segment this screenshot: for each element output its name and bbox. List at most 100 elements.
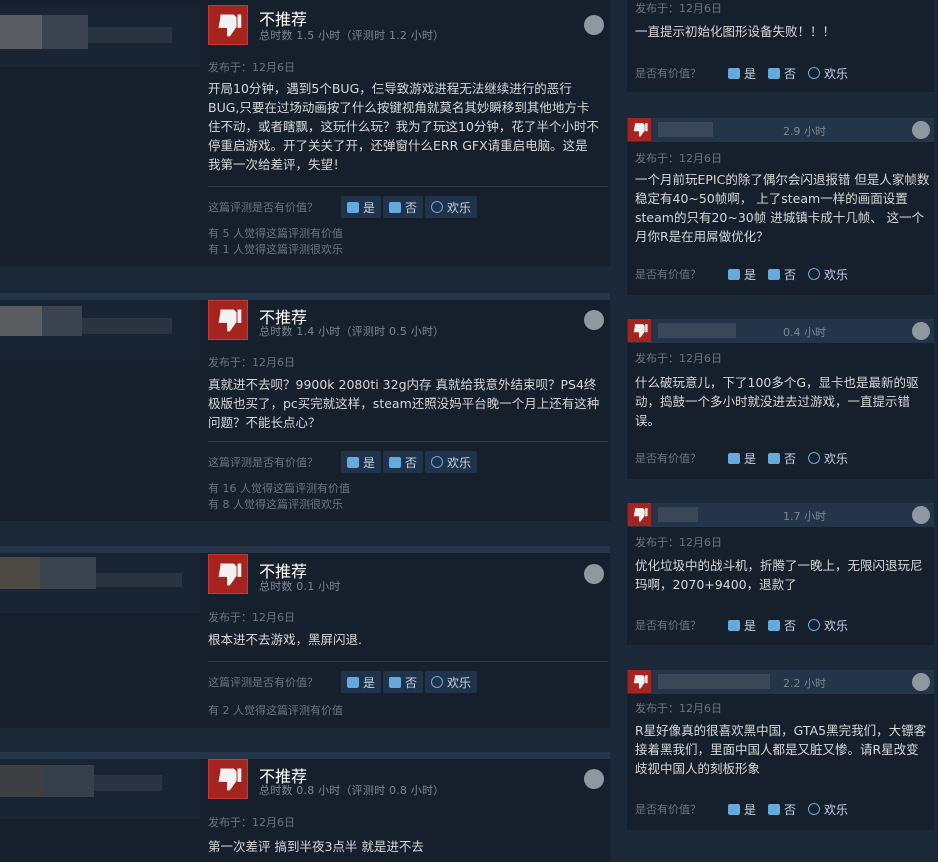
review-header: 1.7 小时	[627, 503, 934, 527]
hours-played: 总时数 1.4 小时（评测时 0.5 小时）	[259, 325, 445, 338]
author-name-blurred[interactable]	[658, 122, 713, 137]
author-name-blurred[interactable]	[658, 507, 698, 522]
review-body: 什么破玩意儿，下了100多个G，显卡也是最新的驱动，捣鼓一个多小时就没进去过游戏…	[635, 375, 919, 428]
helpful-question: 是否有价值？	[635, 268, 701, 281]
vote-yes-button[interactable]: 是	[723, 62, 761, 84]
thumbs-down-icon	[768, 67, 781, 79]
thumbs-down-icon[interactable]	[208, 554, 248, 594]
vote-funny-button[interactable]: 欢乐	[425, 196, 478, 218]
author-avatar-blurred[interactable]	[0, 553, 200, 613]
review-body: 根本进不去游戏，黑屏闪退.	[208, 632, 362, 647]
author-avatar-blurred[interactable]	[0, 759, 200, 819]
steam-icon	[584, 564, 604, 584]
thumbs-down-icon[interactable]	[208, 300, 248, 340]
vote-funny-button[interactable]: 欢乐	[425, 671, 478, 693]
vote-yes-button[interactable]: 是	[341, 451, 382, 473]
smile-icon	[808, 619, 821, 631]
vote-funny-button[interactable]: 欢乐	[803, 798, 853, 820]
thumbs-down-icon[interactable]	[208, 759, 248, 799]
vote-no-button[interactable]: 否	[763, 263, 801, 285]
divider	[208, 186, 608, 187]
steam-icon	[584, 15, 604, 35]
hours-played: 总时数 1.5 小时（评测时 1.2 小时）	[259, 29, 445, 42]
vote-no-button[interactable]: 否	[383, 671, 424, 693]
hours-played: 2.9 小时	[783, 125, 826, 138]
hours-played: 2.2 小时	[783, 677, 826, 690]
author-name-blurred[interactable]	[658, 323, 736, 338]
vote-no-label: 否	[784, 451, 797, 466]
author-avatar-blurred[interactable]	[0, 300, 200, 360]
helpful-question: 这篇评测是否有价值？	[208, 676, 318, 689]
author-name-blurred[interactable]	[658, 674, 770, 689]
vote-no-label: 否	[784, 267, 797, 282]
review-card: 不推荐 总时数 1.4 小时（评测时 0.5 小时） 发布于：12月6日 真就进…	[0, 293, 610, 521]
review-body: 开局10分钟，遇到5个BUG，仨导致游戏进程无法继续进行的恶行BUG,只要在过场…	[208, 81, 599, 172]
thumbs-down-icon[interactable]	[628, 670, 651, 693]
thumbs-down-icon	[389, 676, 402, 688]
vote-no-button[interactable]: 否	[763, 614, 801, 636]
vote-funny-label: 欢乐	[824, 618, 849, 633]
vote-funny-label: 欢乐	[447, 675, 472, 690]
vote-no-button[interactable]: 否	[383, 451, 424, 473]
vote-funny-button[interactable]: 欢乐	[803, 447, 853, 469]
review-card-compact: 2.2 小时 发布于：12月6日 R星好像真的很喜欢黑中国，GTA5黑完我们，大…	[627, 670, 934, 830]
review-body: 优化垃圾中的战斗机，折腾了一晚上，无限闪退玩尼玛啊，2070+9400，退款了	[635, 558, 923, 592]
thumbs-down-icon	[768, 619, 781, 631]
helpful-row: 这篇评测是否有价值？ 是 否 欢乐	[208, 196, 479, 218]
smile-icon	[431, 456, 444, 468]
author-avatar-blurred[interactable]	[0, 7, 200, 67]
vote-counts: 有 5 人觉得这篇评测有价值 有 1 人觉得这篇评测很欢乐	[208, 226, 343, 258]
review-body: 一个月前玩EPIC的除了偶尔会闪退报错 但是人家帧数稳定有40~50帧啊， 上了…	[635, 172, 930, 244]
thumbs-down-icon[interactable]	[628, 118, 651, 141]
vote-yes-button[interactable]: 是	[341, 196, 382, 218]
funny-count: 有 8 人觉得这篇评测很欢乐	[208, 498, 343, 511]
thumbs-up-icon	[728, 619, 740, 631]
review-body: 第一次差评 搞到半夜3点半 就是进不去	[208, 839, 424, 854]
thumbs-down-icon[interactable]	[628, 503, 651, 526]
vote-funny-button[interactable]: 欢乐	[803, 263, 853, 285]
helpful-row: 是否有价值？ 是 否 欢乐	[635, 798, 855, 820]
hours-played: 1.7 小时	[783, 510, 826, 523]
thumbs-up-icon	[347, 676, 359, 688]
vote-funny-button[interactable]: 欢乐	[803, 62, 853, 84]
vote-funny-label: 欢乐	[824, 267, 849, 282]
vote-no-button[interactable]: 否	[383, 196, 424, 218]
vote-no-label: 否	[405, 675, 418, 690]
review-body: 一直提示初始化图形设备失败！！！	[635, 24, 836, 39]
vote-yes-button[interactable]: 是	[341, 671, 382, 693]
thumbs-up-icon	[728, 67, 740, 79]
vote-funny-button[interactable]: 欢乐	[803, 614, 853, 636]
vote-yes-label: 是	[744, 802, 757, 817]
smile-icon	[431, 201, 444, 213]
thumbs-down-icon[interactable]	[208, 5, 248, 45]
vote-no-label: 否	[405, 200, 418, 215]
thumbs-down-icon	[389, 201, 402, 213]
vote-counts: 有 2 人觉得这篇评测有价值	[208, 703, 343, 719]
vote-yes-button[interactable]: 是	[723, 798, 761, 820]
divider	[208, 661, 608, 662]
smile-icon	[808, 67, 821, 79]
thumbs-down-icon[interactable]	[628, 319, 651, 342]
helpful-row: 这篇评测是否有价值？ 是 否 欢乐	[208, 451, 479, 473]
posted-date: 发布于：12月6日	[635, 2, 722, 15]
vote-yes-button[interactable]: 是	[723, 447, 761, 469]
vote-funny-label: 欢乐	[447, 455, 472, 470]
steam-icon	[584, 769, 604, 789]
vote-yes-button[interactable]: 是	[723, 263, 761, 285]
vote-no-button[interactable]: 否	[763, 447, 801, 469]
vote-funny-button[interactable]: 欢乐	[425, 451, 478, 473]
vote-funny-label: 欢乐	[824, 802, 849, 817]
vote-yes-button[interactable]: 是	[723, 614, 761, 636]
vote-no-button[interactable]: 否	[763, 62, 801, 84]
vote-yes-label: 是	[363, 200, 376, 215]
helpful-row: 是否有价值？ 是 否 欢乐	[635, 614, 855, 636]
steam-icon	[912, 673, 930, 691]
card-top-band	[0, 546, 610, 553]
vote-no-button[interactable]: 否	[763, 798, 801, 820]
helpful-row: 是否有价值？ 是 否 欢乐	[635, 263, 855, 285]
thumbs-up-icon	[347, 456, 359, 468]
vote-funny-label: 欢乐	[447, 200, 472, 215]
thumbs-up-icon	[728, 452, 740, 464]
vote-yes-label: 是	[363, 675, 376, 690]
thumbs-down-icon	[389, 456, 402, 468]
